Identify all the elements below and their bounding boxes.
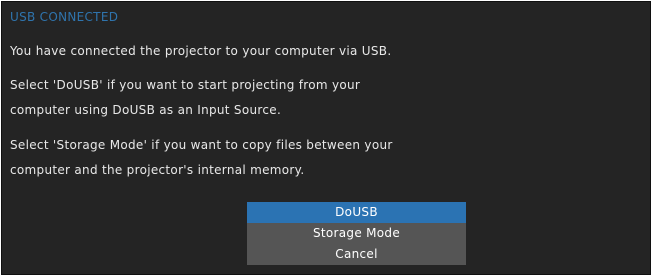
message-line-connected: You have connected the projector to your… <box>10 44 392 58</box>
dialog-title: USB CONNECTED <box>10 10 119 24</box>
message-line-storage-1: Select 'Storage Mode' if you want to cop… <box>10 138 393 152</box>
message-line-dousb-1: Select 'DoUSB' if you want to start proj… <box>10 78 361 92</box>
dousb-option[interactable]: DoUSB <box>247 202 466 223</box>
storage-mode-option[interactable]: Storage Mode <box>247 223 466 244</box>
usb-connected-dialog: USB CONNECTED You have connected the pro… <box>1 1 651 275</box>
option-menu: DoUSB Storage Mode Cancel <box>247 202 466 265</box>
message-line-storage-2: computer and the projector's internal me… <box>10 163 305 177</box>
message-line-dousb-2: computer using DoUSB as an Input Source. <box>10 103 282 117</box>
cancel-option[interactable]: Cancel <box>247 244 466 265</box>
